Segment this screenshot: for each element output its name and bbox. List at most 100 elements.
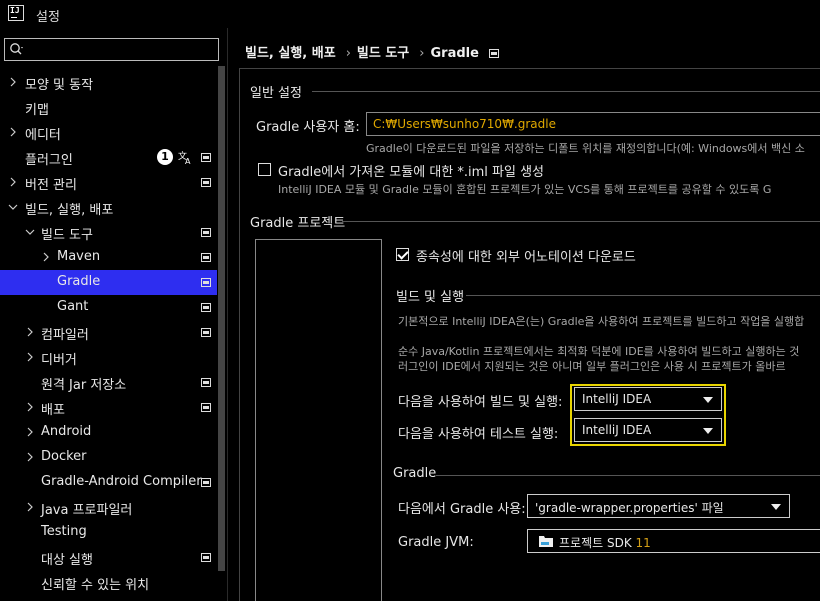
project-level-icon bbox=[201, 403, 211, 412]
gradle-user-home-hint: Gradle이 다운로드된 파일을 저장하는 디폴트 위치를 재정의합니다(예:… bbox=[366, 142, 805, 155]
generate-iml-hint: IntelliJ IDEA 모듈 및 Gradle 모듈이 혼합된 프로젝트가 … bbox=[278, 183, 772, 196]
project-level-icon bbox=[201, 378, 211, 387]
generate-iml-label: Gradle에서 가져온 모듈에 대한 *.iml 파일 생성 bbox=[278, 165, 545, 180]
sidebar-item-appearance[interactable]: 모양 및 동작 bbox=[0, 70, 217, 95]
project-level-icon bbox=[201, 303, 211, 312]
use-gradle-from-label: 다음에서 Gradle 사용: bbox=[398, 502, 526, 517]
breadcrumb-item[interactable]: 빌드 도구 bbox=[357, 46, 409, 61]
sidebar-item-label: 원격 Jar 저장소 bbox=[41, 378, 127, 393]
sidebar-item-label: 버전 관리 bbox=[25, 178, 77, 193]
gradle-jvm-label: Gradle JVM: bbox=[398, 535, 474, 550]
chevron-right-icon bbox=[10, 177, 16, 187]
section-title-gradle: Gradle bbox=[393, 466, 437, 481]
sidebar-item-gradle-android-compiler[interactable]: Gradle-Android Compiler bbox=[0, 470, 217, 495]
sidebar-item-label: 에디터 bbox=[25, 128, 61, 143]
download-annotations-label: 종속성에 대한 외부 어노테이션 다운로드 bbox=[416, 250, 636, 265]
gradle-user-home-label: Gradle 사용자 홈: bbox=[256, 120, 360, 135]
sidebar-item-android[interactable]: Android bbox=[0, 420, 217, 445]
build-run-hint: 순수 Java/Kotlin 프로젝트에서는 최적화 덕분에 IDE를 사용하여… bbox=[398, 345, 800, 358]
sidebar-item-debugger[interactable]: 디버거 bbox=[0, 345, 217, 370]
breadcrumb-separator-icon: › bbox=[419, 46, 425, 61]
sidebar-item-label: 빌드, 실행, 배포 bbox=[25, 203, 114, 218]
sidebar-item-label: 대상 실행 bbox=[41, 553, 93, 568]
breadcrumb-item[interactable]: 빌드, 실행, 배포 bbox=[245, 46, 336, 61]
sidebar-divider bbox=[227, 28, 228, 601]
sidebar-item-label: Maven bbox=[57, 249, 101, 264]
breadcrumb: 빌드, 실행, 배포 › 빌드 도구 › Gradle bbox=[245, 42, 505, 61]
update-count-badge: 1 bbox=[157, 149, 173, 165]
use-gradle-from-select[interactable]: 'gradle-wrapper.properties' 파일 bbox=[527, 494, 790, 518]
sidebar-item-label: 신뢰할 수 있는 위치 bbox=[41, 578, 150, 593]
chevron-right-icon bbox=[27, 327, 33, 337]
chevron-right-icon bbox=[10, 77, 16, 87]
sidebar-item-label: 컴파일러 bbox=[41, 328, 89, 343]
sidebar-item-run-targets[interactable]: 대상 실행 bbox=[0, 545, 217, 570]
generate-iml-checkbox[interactable] bbox=[258, 163, 271, 176]
test-run-with-label: 다음을 사용하여 테스트 실행: bbox=[398, 427, 559, 442]
section-divider bbox=[466, 295, 820, 296]
gradle-jvm-select[interactable]: 프로젝트 SDK 11 bbox=[527, 529, 820, 553]
sidebar-item-build-tools[interactable]: 빌드 도구 bbox=[0, 220, 217, 245]
sidebar-item-label: 키맵 bbox=[25, 103, 49, 118]
sidebar-item-label: 배포 bbox=[41, 403, 65, 418]
sidebar-item-label: Gradle bbox=[57, 274, 101, 289]
sidebar-item-keymap[interactable]: 키맵 bbox=[0, 95, 217, 120]
select-value: 프로젝트 SDK 11 bbox=[559, 534, 651, 551]
section-divider bbox=[436, 475, 820, 476]
translate-icon: 文A bbox=[178, 149, 194, 166]
window-title: 설정 bbox=[36, 10, 60, 25]
sidebar-item-editor[interactable]: 에디터 bbox=[0, 120, 217, 145]
chevron-right-icon bbox=[27, 402, 33, 412]
chevron-right-icon bbox=[27, 502, 33, 512]
project-level-icon bbox=[201, 278, 211, 287]
select-value: 'gradle-wrapper.properties' 파일 bbox=[535, 501, 724, 515]
sidebar-item-compiler[interactable]: 컴파일러 bbox=[0, 320, 217, 345]
chevron-right-icon bbox=[27, 452, 33, 462]
section-divider bbox=[312, 91, 820, 92]
sidebar-item-label: Android bbox=[41, 424, 92, 439]
dropdown-arrow-icon bbox=[771, 504, 781, 510]
project-level-icon bbox=[201, 253, 211, 262]
project-level-icon bbox=[201, 228, 211, 237]
settings-search-box[interactable] bbox=[4, 38, 219, 61]
chevron-right-icon bbox=[27, 352, 33, 362]
sidebar-item-vcs[interactable]: 버전 관리 bbox=[0, 170, 217, 195]
sidebar-scrollbar[interactable] bbox=[218, 66, 225, 571]
sidebar-item-gant[interactable]: Gant bbox=[0, 295, 217, 320]
sidebar-item-label: Docker bbox=[41, 449, 87, 464]
section-divider bbox=[342, 221, 820, 222]
sidebar-item-label: Testing bbox=[41, 524, 87, 539]
chevron-down-icon bbox=[25, 229, 35, 235]
breadcrumb-separator-icon: › bbox=[345, 46, 351, 61]
title-bar: IJ 설정 bbox=[0, 0, 820, 28]
sidebar-item-gradle[interactable]: Gradle bbox=[0, 270, 217, 295]
sidebar-item-trusted-locations[interactable]: 신뢰할 수 있는 위치 bbox=[0, 570, 217, 595]
sidebar-item-docker[interactable]: Docker bbox=[0, 445, 217, 470]
section-title-general: 일반 설정 bbox=[250, 86, 302, 101]
gradle-project-list[interactable] bbox=[255, 239, 382, 601]
gradle-user-home-input[interactable]: C:₩Users₩sunho710₩.gradle bbox=[366, 112, 820, 136]
chevron-right-icon bbox=[43, 252, 49, 262]
sdk-folder-icon bbox=[539, 536, 553, 547]
section-title-gradle-projects: Gradle 프로젝트 bbox=[250, 216, 346, 231]
project-level-icon bbox=[201, 328, 211, 337]
sidebar-item-label: Java 프로파일러 bbox=[41, 503, 133, 518]
sidebar-item-label: 디버거 bbox=[41, 353, 77, 368]
sidebar-item-testing[interactable]: Testing bbox=[0, 520, 217, 545]
section-title-build-run: 빌드 및 실행 bbox=[396, 290, 465, 305]
project-level-icon bbox=[201, 153, 211, 162]
build-run-hint: 러그인이 IDE에서 지원되는 것은 아니며 일부 플러그인은 사용 시 프로젝… bbox=[398, 360, 786, 373]
sidebar-item-build-execution-deployment[interactable]: 빌드, 실행, 배포 bbox=[0, 195, 217, 220]
sidebar-item-remote-jar-repositories[interactable]: 원격 Jar 저장소 bbox=[0, 370, 217, 395]
project-level-icon bbox=[488, 49, 499, 58]
chevron-down-icon bbox=[8, 204, 18, 210]
intellij-app-icon: IJ bbox=[8, 5, 24, 21]
chevron-right-icon bbox=[10, 127, 16, 137]
sidebar-item-java-profiler[interactable]: Java 프로파일러 bbox=[0, 495, 217, 520]
project-level-icon bbox=[201, 478, 211, 487]
search-input[interactable] bbox=[29, 40, 215, 59]
sidebar-item-maven[interactable]: Maven bbox=[0, 245, 217, 270]
breadcrumb-item: Gradle bbox=[430, 46, 479, 61]
sidebar-item-deployment[interactable]: 배포 bbox=[0, 395, 217, 420]
download-annotations-checkbox[interactable] bbox=[396, 248, 409, 261]
